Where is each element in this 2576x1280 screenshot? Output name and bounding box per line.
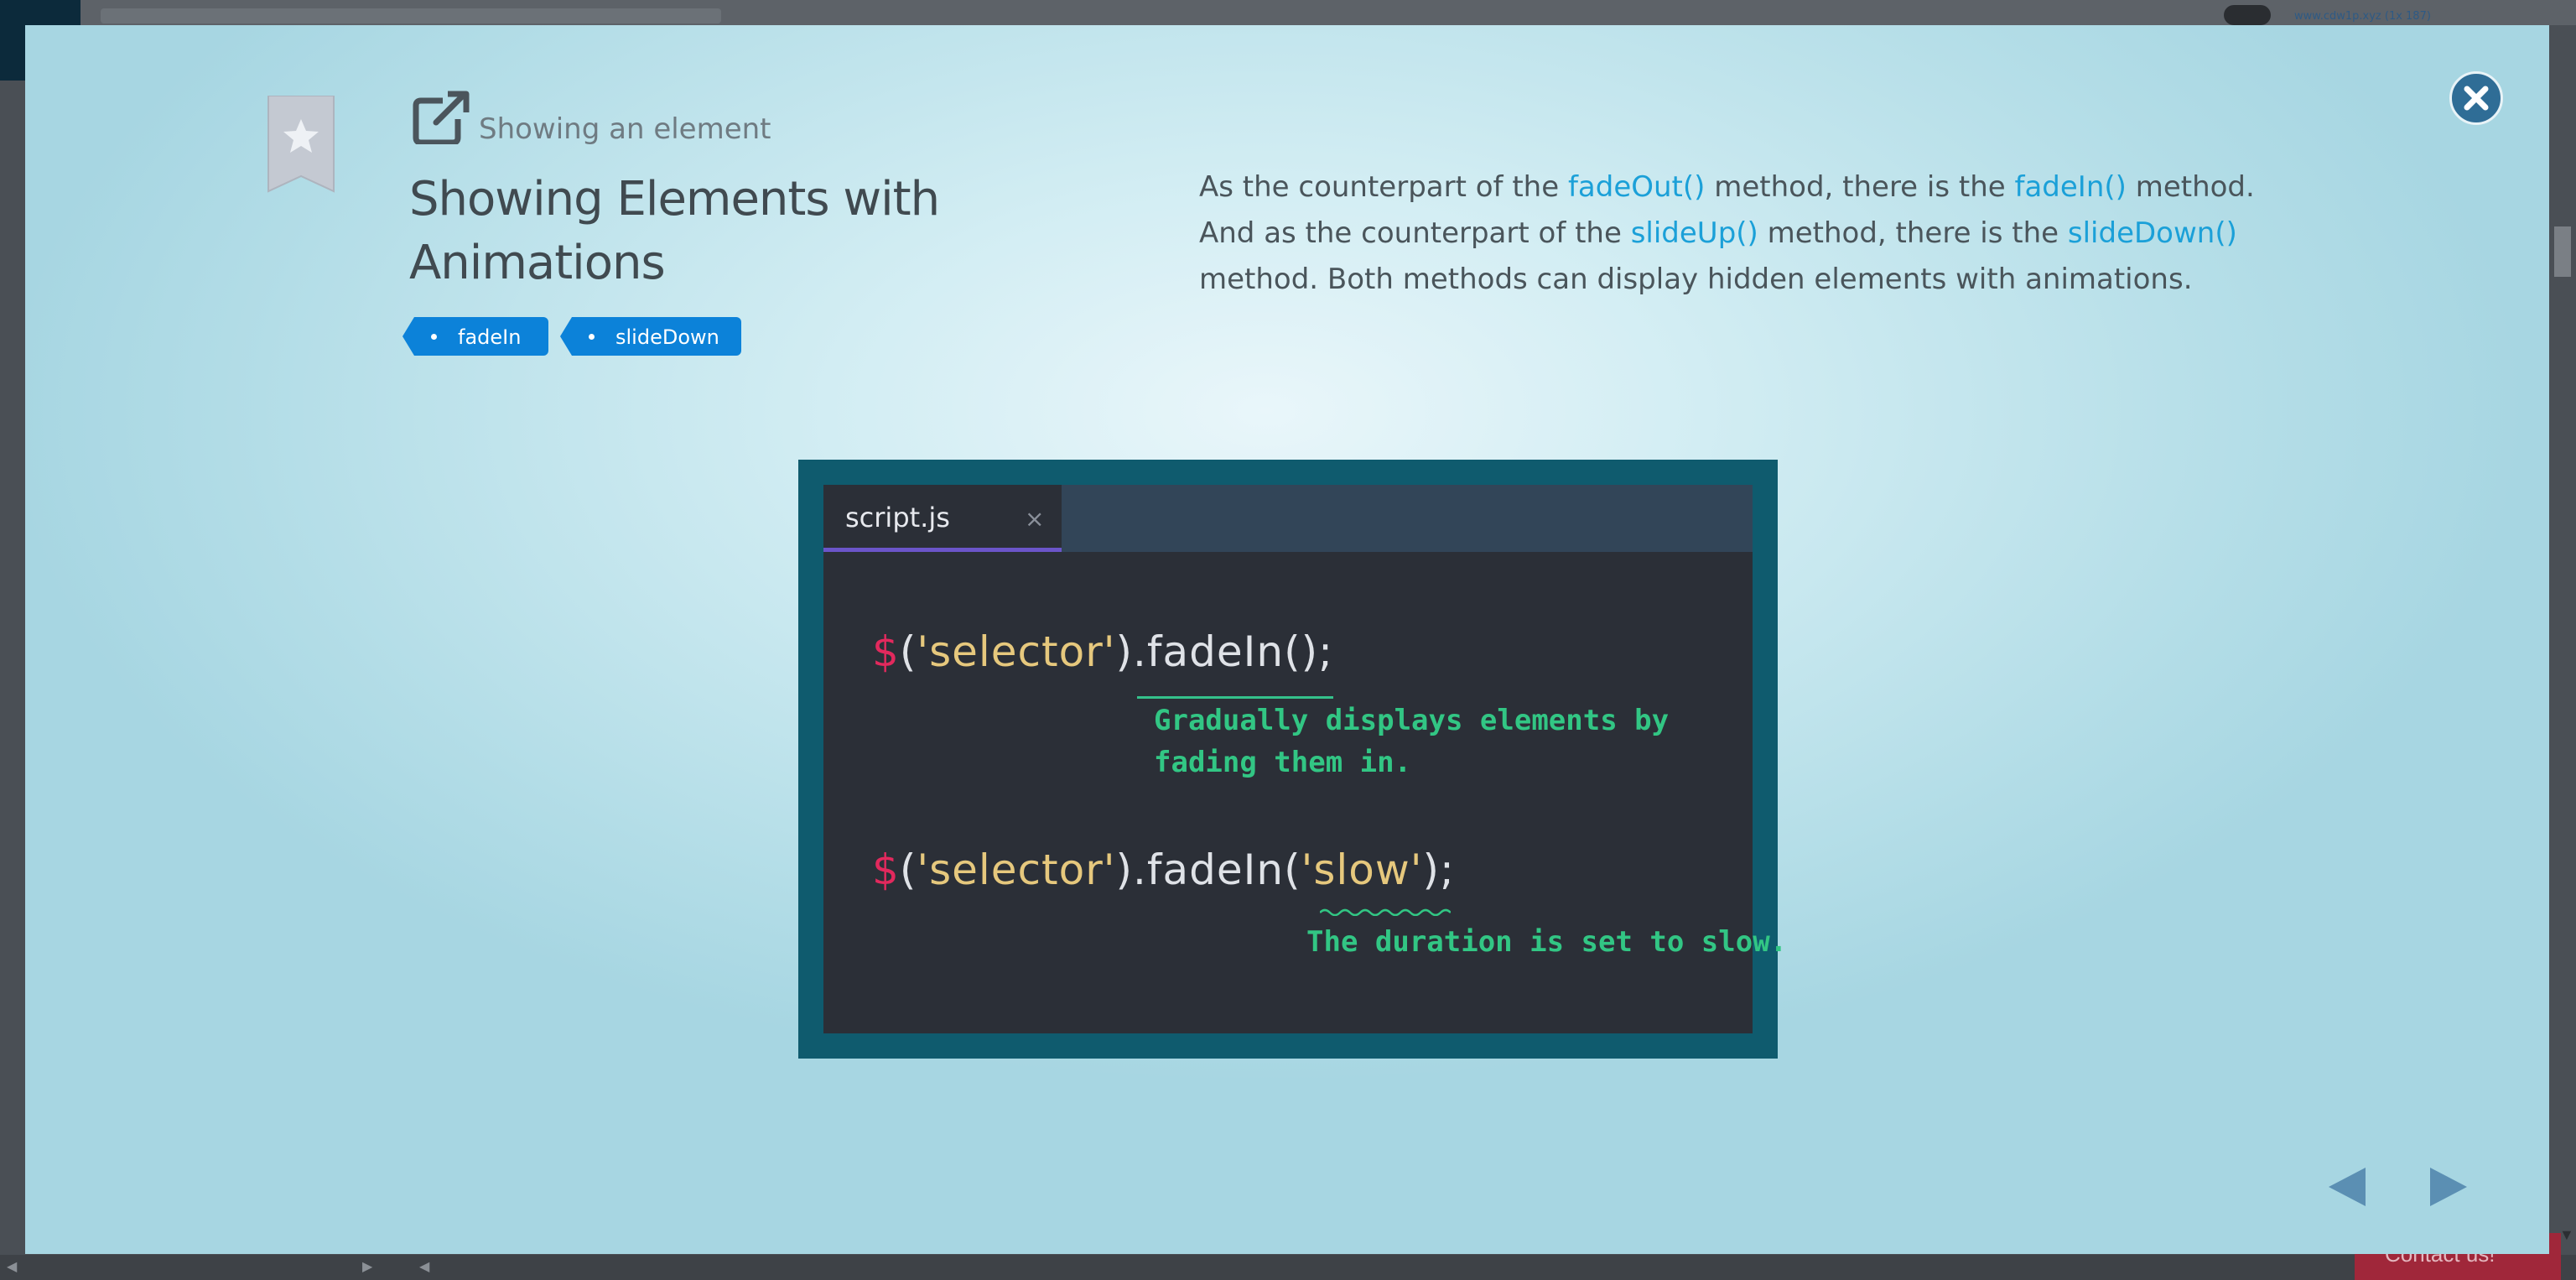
- editor-tab-label: script.js: [845, 502, 950, 533]
- code-string: 'selector': [917, 846, 1116, 894]
- description-text: method. Both methods can display hidden …: [1199, 263, 2193, 296]
- tag-fadein[interactable]: fadeIn: [402, 317, 548, 356]
- tag-dot: [431, 334, 437, 340]
- code-annotation-1: Gradually displays elements by fading th…: [1154, 704, 1670, 779]
- code-illustration: script.js × $('selector').fadeIn(); Grad…: [798, 460, 1788, 1059]
- tag-list: fadeIn slideDown: [402, 317, 741, 356]
- scroll-left-icon: ◀: [7, 1260, 18, 1274]
- background-scrollbar: [2554, 226, 2571, 277]
- description-text: method, there is the: [1758, 216, 2068, 250]
- code-editor: script.js × $('selector').fadeIn(); Grad…: [823, 485, 1788, 1033]
- code-highlight-underline: [1137, 696, 1333, 699]
- tab-close-icon: ×: [1025, 505, 1045, 533]
- external-link-icon: [413, 91, 470, 144]
- breadcrumb: Showing an element: [479, 112, 771, 146]
- scroll-right-icon: ▶: [362, 1260, 373, 1274]
- editor-tabbar: script.js ×: [823, 485, 1753, 552]
- code-term-slidedown[interactable]: slideDown(): [2068, 216, 2237, 250]
- code-dollar: $: [872, 627, 900, 676]
- code-string: 'selector': [917, 627, 1116, 676]
- code-method: ).fadeIn(: [1115, 846, 1301, 894]
- code-annotation-2: The duration is set to slow.: [1306, 925, 1788, 959]
- lesson-modal: Showing an element Showing Elements with…: [25, 25, 2549, 1254]
- close-button[interactable]: [2449, 71, 2503, 125]
- code-argument: 'slow': [1301, 846, 1423, 894]
- code-squiggle-underline: [1320, 908, 1451, 916]
- code-method: ).fadeIn();: [1115, 627, 1333, 676]
- lesson-description: As the counterpart of the fadeOut() meth…: [1199, 164, 2272, 303]
- tag-dot: [589, 334, 595, 340]
- code-term-fadein[interactable]: fadeIn(): [2014, 170, 2126, 204]
- tag-label: fadeIn: [458, 325, 522, 349]
- page-title: Showing Elements with Animations: [409, 172, 940, 290]
- next-arrow-icon[interactable]: [2428, 1166, 2469, 1208]
- previous-arrow-icon[interactable]: [2327, 1166, 2367, 1208]
- background-bottom-bar: [0, 1255, 2576, 1280]
- close-icon: [2464, 86, 2489, 111]
- scroll-left-icon: ◀: [419, 1260, 430, 1274]
- bookmark-star-icon[interactable]: [267, 96, 335, 193]
- caret-down-icon: ▼: [2559, 1226, 2574, 1243]
- code-line-1: $('selector').fadeIn();: [872, 627, 1333, 676]
- code-line-2: $('selector').fadeIn('slow');: [872, 846, 1455, 894]
- code-paren: (: [899, 627, 917, 676]
- tag-slidedown[interactable]: slideDown: [560, 317, 741, 356]
- background-avatar: [2224, 5, 2271, 25]
- background-address-bar: [101, 8, 721, 23]
- background-url-text: www.cdw1p.xyz (1x 187): [2294, 10, 2431, 23]
- description-text: As the counterpart of the: [1199, 170, 1568, 204]
- code-term-fadeout[interactable]: fadeOut(): [1568, 170, 1705, 204]
- code-paren: (: [899, 846, 917, 894]
- code-term-slideup[interactable]: slideUp(): [1631, 216, 1758, 250]
- code-end: );: [1422, 846, 1455, 894]
- description-text: method, there is the: [1705, 170, 2015, 204]
- tag-label: slideDown: [615, 325, 719, 349]
- editor-tab-script: script.js ×: [823, 485, 1062, 552]
- code-dollar: $: [872, 846, 900, 894]
